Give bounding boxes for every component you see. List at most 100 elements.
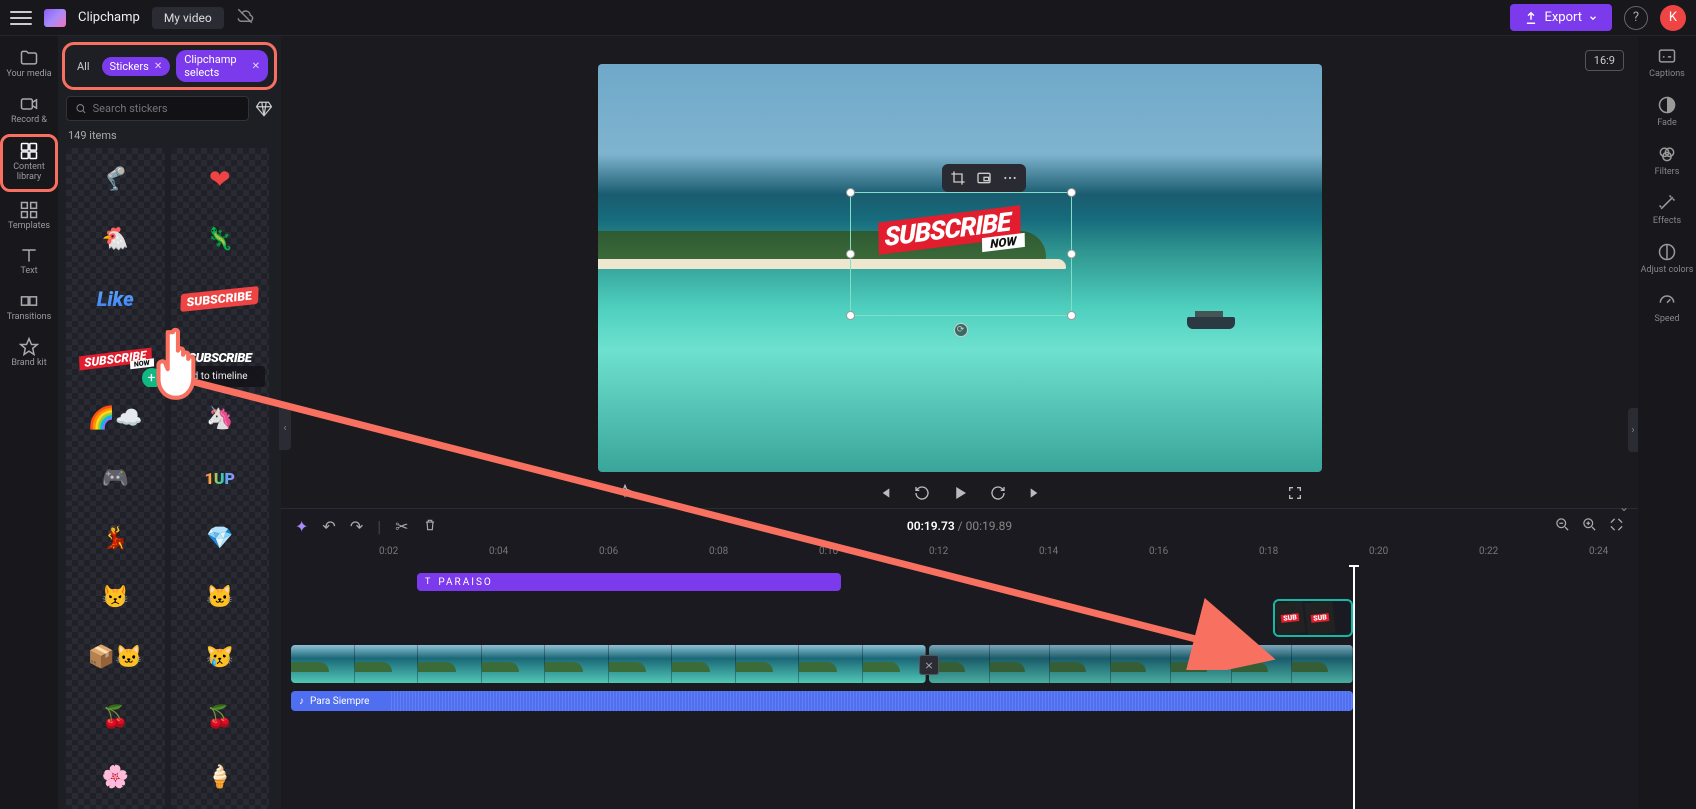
sticker-item[interactable]: Like xyxy=(66,267,165,331)
project-title[interactable]: My video xyxy=(152,7,224,29)
sticker-item[interactable]: 😾 xyxy=(66,566,165,630)
search-box[interactable] xyxy=(66,96,249,121)
brand-name: Clipchamp xyxy=(78,10,140,25)
filter-all[interactable]: All xyxy=(71,57,96,76)
sticker-item[interactable]: 🐔 xyxy=(66,208,165,272)
sticker-item[interactable]: 🐱 xyxy=(171,566,270,630)
pip-icon[interactable] xyxy=(975,169,993,187)
rail-transitions[interactable]: Transitions xyxy=(0,285,58,329)
sticker-item[interactable]: 🌈☁️ xyxy=(66,387,165,451)
skip-back-icon[interactable] xyxy=(875,484,893,502)
sticker-clip[interactable]: SUB SUB xyxy=(1273,599,1353,637)
rail-effects[interactable]: Effects xyxy=(1653,193,1681,226)
sticker-item[interactable]: 🦄 xyxy=(171,387,270,451)
video-track[interactable]: ⨯ xyxy=(281,645,1638,687)
more-icon[interactable] xyxy=(1001,169,1019,187)
audio-clip[interactable]: ♪Para Siempre xyxy=(291,691,1353,711)
zoom-in-icon[interactable] xyxy=(1582,517,1597,536)
center-pane: 16:9 ⟳ SUBSCRIBE NOW xyxy=(281,36,1638,809)
sticker-subscribe-now[interactable]: SUBSCRIBE NOW + xyxy=(66,327,165,391)
sticker-track[interactable]: SUB SUB xyxy=(281,599,1638,641)
video-clip[interactable] xyxy=(929,645,1353,683)
rewind-icon[interactable] xyxy=(913,484,931,502)
resize-handle[interactable] xyxy=(846,250,855,259)
timeline-tracks: TPARAISO SUB SUB ⨯ ♪Para S xyxy=(281,565,1638,809)
sticker-item[interactable]: 🦿 xyxy=(66,148,165,212)
close-icon[interactable]: ✕ xyxy=(252,61,260,72)
close-icon[interactable]: ✕ xyxy=(154,61,162,72)
sticker-item[interactable]: 📦🐱 xyxy=(66,626,165,690)
sticker-item[interactable]: 🍦 xyxy=(171,745,270,809)
sticker-item[interactable]: ❤ xyxy=(171,148,270,212)
video-clip[interactable] xyxy=(291,645,926,683)
skip-forward-icon[interactable] xyxy=(1027,484,1045,502)
rail-speed[interactable]: Speed xyxy=(1654,291,1679,324)
search-input[interactable] xyxy=(93,102,240,115)
export-button[interactable]: Export xyxy=(1510,4,1612,31)
playhead[interactable] xyxy=(1353,565,1355,809)
text-clip[interactable]: TPARAISO xyxy=(417,573,841,591)
crop-icon[interactable] xyxy=(949,169,967,187)
magic-icon[interactable]: ✦ xyxy=(295,517,308,536)
forward-icon[interactable] xyxy=(989,484,1007,502)
rail-content-library[interactable]: Content library xyxy=(0,134,58,192)
preview-area: 16:9 ⟳ SUBSCRIBE NOW xyxy=(281,36,1638,508)
transition-icon[interactable]: ⨯ xyxy=(919,655,939,675)
left-rail: Your media Record & Content library Temp… xyxy=(0,36,58,809)
rail-fade[interactable]: Fade xyxy=(1657,95,1677,128)
panel-collapse-icon[interactable]: ‹ xyxy=(279,406,291,450)
sync-off-icon xyxy=(236,7,254,29)
sticker-item[interactable]: 🎮 xyxy=(66,447,165,511)
resize-handle[interactable] xyxy=(846,188,855,197)
sticker-item[interactable]: 💃 xyxy=(66,506,165,570)
video-canvas[interactable]: ⟳ SUBSCRIBE NOW xyxy=(598,64,1322,472)
filter-stickers[interactable]: Stickers✕ xyxy=(102,57,171,76)
resize-handle[interactable] xyxy=(846,311,855,320)
rail-your-media[interactable]: Your media xyxy=(0,42,58,86)
aspect-ratio-button[interactable]: 16:9 xyxy=(1585,50,1624,71)
fullscreen-icon[interactable] xyxy=(1286,484,1304,502)
timeline-ruler[interactable]: 0:02 0:04 0:06 0:08 0:10 0:12 0:14 0:16 … xyxy=(281,543,1638,565)
undo-icon[interactable]: ↶ xyxy=(322,517,335,536)
rail-record[interactable]: Record & xyxy=(0,88,58,132)
sticker-item[interactable]: 🍒 xyxy=(66,686,165,750)
sticker-item[interactable]: 1UP xyxy=(171,447,270,511)
filter-clipchamp-selects[interactable]: Clipchamp selects✕ xyxy=(176,50,268,82)
add-icon[interactable]: + xyxy=(142,368,162,388)
zoom-fit-icon[interactable] xyxy=(1609,517,1624,536)
sticker-item[interactable]: SUBSCRIBE xyxy=(171,267,270,331)
video-scene-boat xyxy=(1187,317,1235,329)
help-icon[interactable]: ? xyxy=(1624,6,1648,30)
rail-text[interactable]: Text xyxy=(0,239,58,283)
rail-brand-kit[interactable]: Brand kit xyxy=(0,331,58,375)
sticker-item[interactable]: 😿 xyxy=(171,626,270,690)
content-panel: All Stickers✕ Clipchamp selects✕ 149 ite… xyxy=(58,36,281,809)
rotate-handle[interactable]: ⟳ xyxy=(954,323,968,337)
sticker-grid: 🦿 ❤ 🐔 🦎 Like SUBSCRIBE SUBSCRIBE NOW + S… xyxy=(66,148,273,809)
play-icon[interactable] xyxy=(951,484,969,502)
resize-handle[interactable] xyxy=(1067,311,1076,320)
search-row xyxy=(66,96,273,121)
sticker-item[interactable]: 💎 xyxy=(171,506,270,570)
audio-track[interactable]: ♪Para Siempre xyxy=(281,691,1638,713)
avatar[interactable]: K xyxy=(1660,5,1686,31)
premium-icon[interactable] xyxy=(255,100,273,118)
rail-adjust-colors[interactable]: Adjust colors xyxy=(1641,242,1694,275)
rail-filters[interactable]: Filters xyxy=(1655,144,1680,177)
split-icon[interactable]: ✂ xyxy=(395,517,408,536)
rail-templates[interactable]: Templates xyxy=(0,194,58,238)
sticker-item[interactable]: SUBSCRIBE Add to timeline xyxy=(171,327,270,391)
menu-icon[interactable] xyxy=(10,7,32,29)
sticker-item[interactable]: 🌸 xyxy=(66,745,165,809)
zoom-out-icon[interactable] xyxy=(1555,517,1570,536)
right-collapse-icon[interactable]: › xyxy=(1628,408,1638,452)
rail-captions[interactable]: Captions xyxy=(1649,46,1685,79)
redo-icon[interactable]: ↷ xyxy=(350,517,363,536)
ai-icon[interactable] xyxy=(616,484,634,502)
resize-handle[interactable] xyxy=(1067,188,1076,197)
delete-icon[interactable] xyxy=(423,517,437,536)
sticker-item[interactable]: 🍒 xyxy=(171,686,270,750)
text-track[interactable]: TPARAISO xyxy=(281,573,1638,595)
sticker-item[interactable]: 🦎 xyxy=(171,208,270,272)
resize-handle[interactable] xyxy=(1067,250,1076,259)
